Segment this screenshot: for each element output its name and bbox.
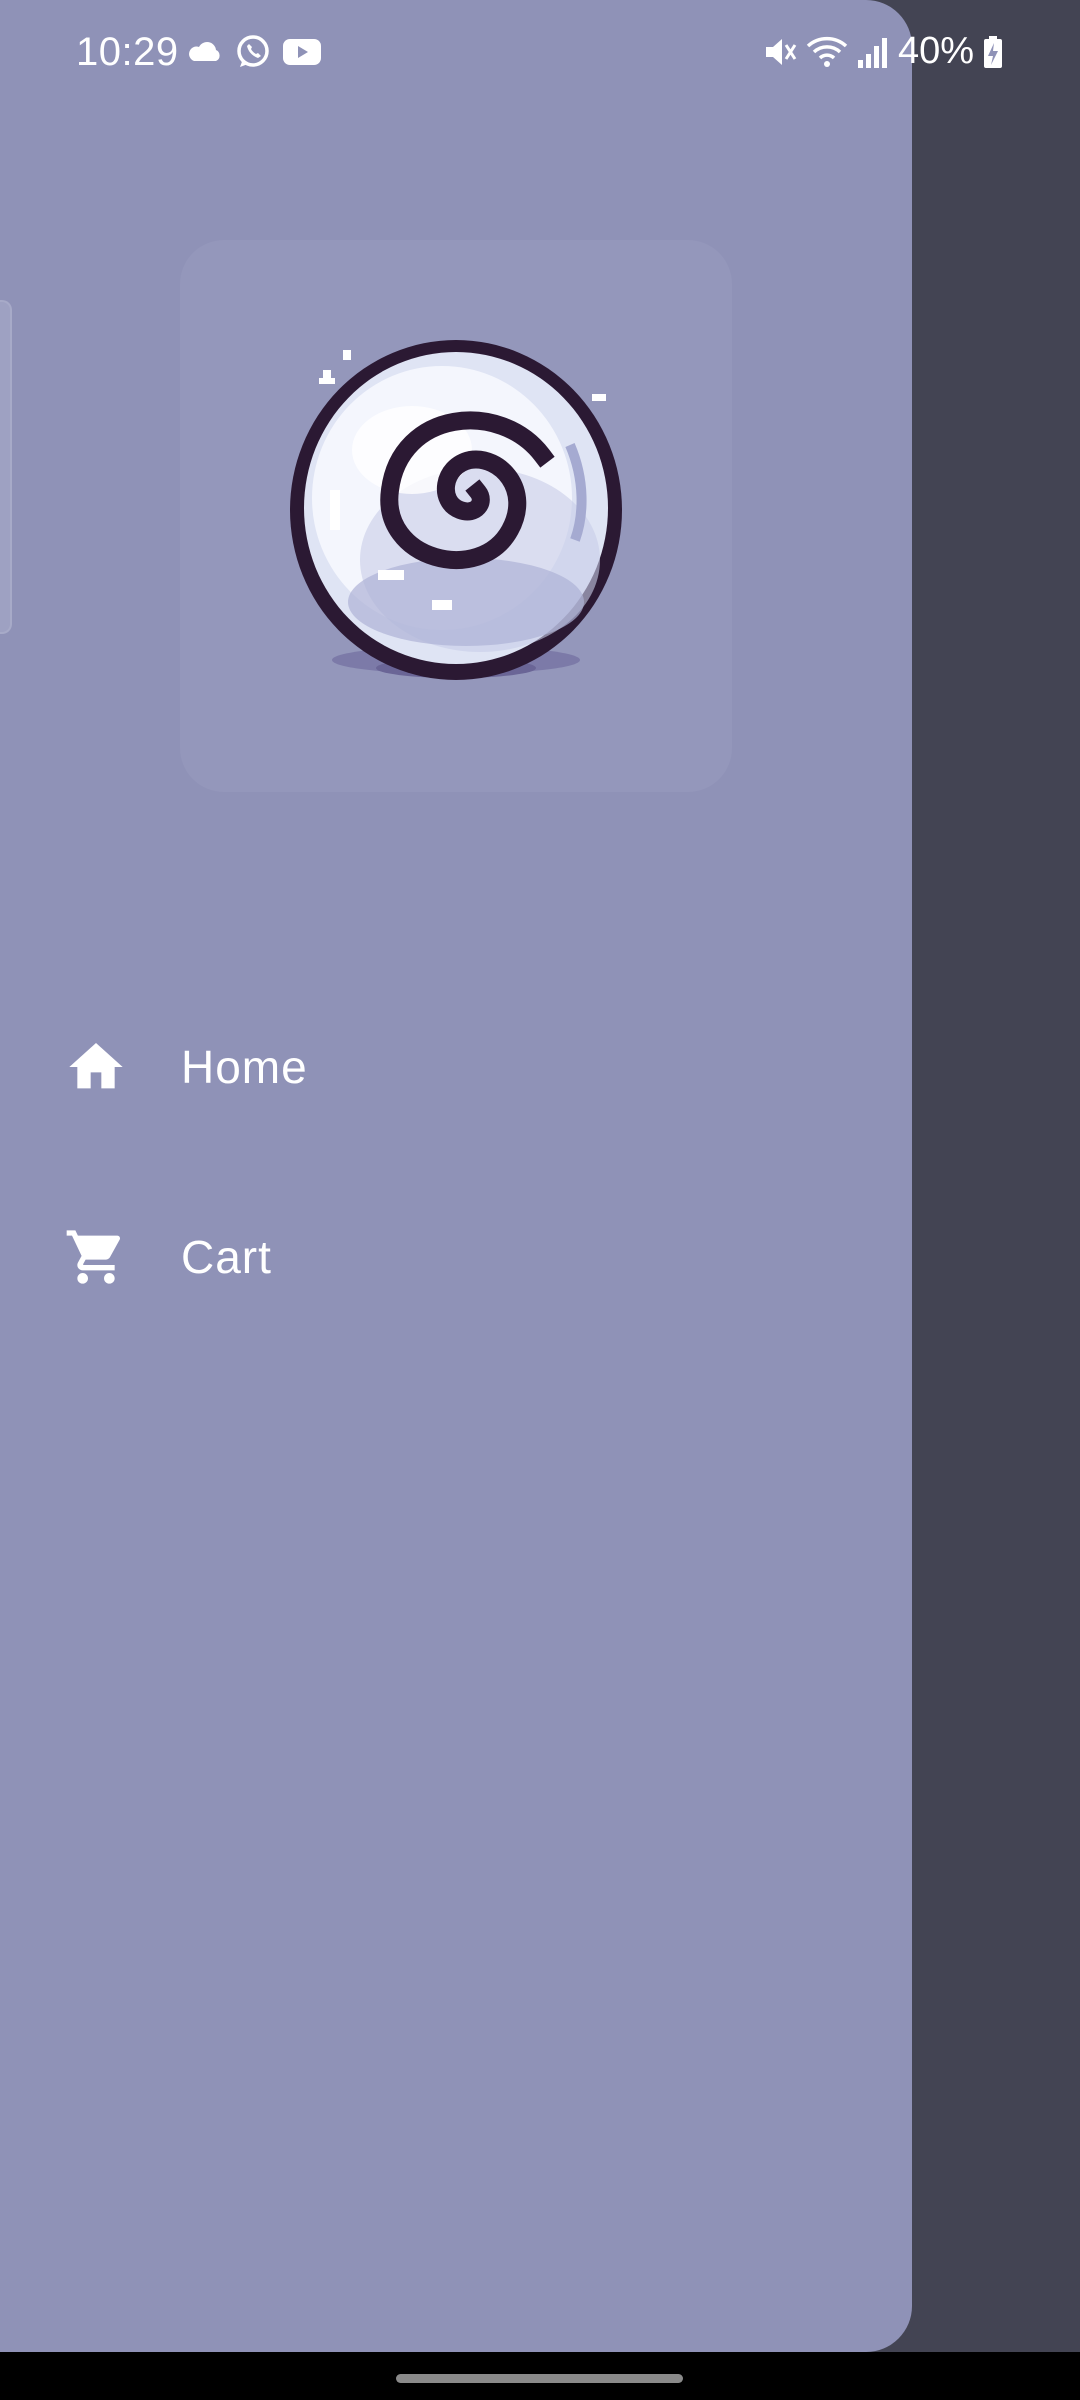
mute-icon bbox=[765, 38, 797, 65]
battery-percent: 40% bbox=[897, 30, 974, 72]
whatsapp-icon bbox=[237, 35, 269, 67]
cart-icon bbox=[66, 1230, 121, 1284]
wifi-icon bbox=[806, 36, 848, 67]
system-status-icons: 40% bbox=[762, 30, 1004, 73]
edge-panel-handle[interactable] bbox=[0, 300, 12, 634]
app-logo bbox=[180, 240, 732, 792]
drawer-item-cart[interactable]: Cart bbox=[0, 1182, 912, 1332]
home-icon bbox=[69, 1043, 123, 1089]
cloud-icon bbox=[189, 42, 220, 61]
youtube-icon bbox=[283, 39, 321, 65]
home-gesture-bar[interactable] bbox=[396, 2374, 683, 2383]
signal-icon bbox=[857, 37, 887, 68]
status-bar: 10:29 40% bbox=[0, 0, 1080, 104]
drawer-item-home[interactable]: Home bbox=[0, 992, 912, 1142]
battery-charging-icon bbox=[984, 35, 1002, 68]
snail-shell-icon bbox=[290, 340, 622, 680]
navigation-drawer: Home Cart bbox=[0, 0, 912, 2352]
status-time: 10:29 bbox=[76, 30, 179, 74]
drawer-item-label: Home bbox=[181, 1041, 308, 1093]
notification-icons bbox=[186, 33, 322, 71]
drawer-item-label: Cart bbox=[181, 1231, 272, 1283]
